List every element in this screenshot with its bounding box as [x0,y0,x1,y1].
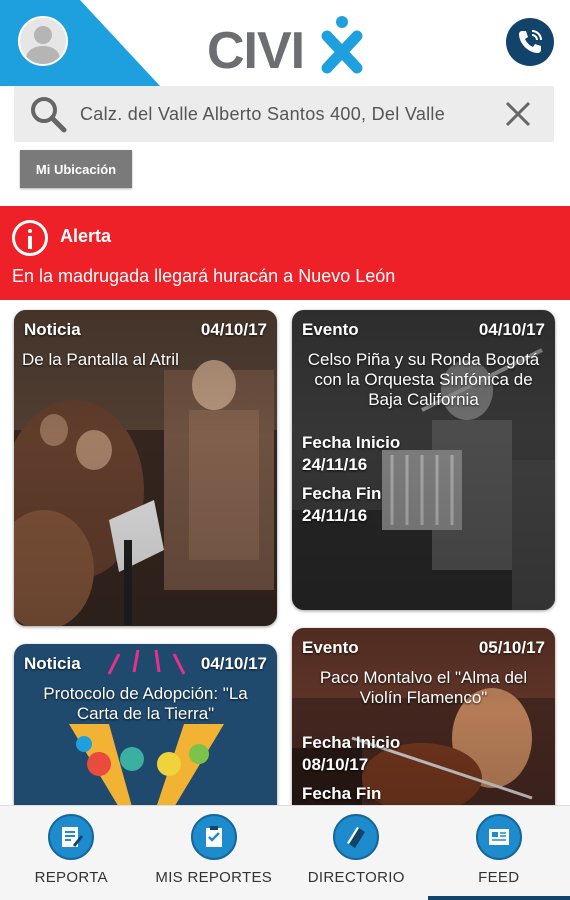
card-date: 04/10/17 [200,320,267,339]
nav-label: MIS REPORTES [155,869,273,886]
nav-label: REPORTA [34,869,108,886]
close-icon[interactable] [504,100,532,128]
alert-message: En la madrugada llegará huracán a Nuevo … [12,266,396,286]
top-bar: CIVI [0,0,570,86]
nav-mis-reportes[interactable]: MIS REPORTES [143,806,286,900]
svg-text:CIVI: CIVI [207,22,304,74]
app-screen: CIVI Mi Ubicación Al [0,0,570,900]
feed-cards: Noticia 04/10/17 De la Pantalla al Atril [0,300,570,805]
card-end-label: Fecha Fin [302,484,382,503]
address-search-bar [14,86,554,142]
card-title: Celso Piña y su Ronda Bogotá con la Orqu… [307,350,540,409]
card-start-label: Fecha Inicio [302,733,401,752]
card-type: Evento [302,638,359,657]
feed-card-event[interactable]: Evento 05/10/17 Paco Montalvo el "Alma d… [292,628,555,805]
card-type: Evento [302,320,359,339]
card-start-date: 24/11/16 [302,455,368,474]
phone-icon [519,30,542,53]
address-search-input[interactable] [80,94,488,134]
user-avatar-icon[interactable] [18,16,68,66]
nav-feed[interactable]: FEED [427,806,570,900]
bottom-navigation: REPORTA MIS REPORTES DIRECTORIO FEED [0,805,570,900]
card-title: De la Pantalla al Atril [22,350,179,369]
card-date: 04/10/17 [478,320,545,339]
newspaper-icon [488,829,509,845]
my-location-button[interactable]: Mi Ubicación [20,150,132,188]
nav-reporta[interactable]: REPORTA [0,806,143,900]
feed-card-news[interactable]: Noticia 04/10/17 Protocolo de Adopción: … [14,644,277,805]
nav-label: FEED [478,869,520,886]
book-icon [347,827,366,848]
card-end-date: 24/11/16 [302,506,368,525]
card-title: Paco Montalvo el "Alma del Violín Flamen… [319,668,528,707]
info-alert-icon [12,220,48,256]
nav-label: DIRECTORIO [307,869,405,886]
phone-button[interactable] [506,18,554,66]
nav-directorio[interactable]: DIRECTORIO [285,806,428,900]
card-start-date: 08/10/17 [302,755,369,774]
card-start-label: Fecha Inicio [302,433,401,452]
alert-title: Alerta [60,226,112,246]
card-title: Protocolo de Adopción: "La Carta de la T… [43,684,248,723]
alert-banner[interactable]: Alerta En la madrugada llegará huracán a… [0,206,570,300]
report-form-icon [62,827,84,847]
card-type: Noticia [24,654,81,673]
feed-card-event[interactable]: Evento 04/10/17 Celso Piña y su Ronda Bo… [292,310,555,610]
clipboard-check-icon [205,826,222,847]
card-date: 04/10/17 [200,654,267,673]
civix-logo: CIVI [207,16,363,74]
card-end-label: Fecha Fin [302,784,382,803]
card-type: Noticia [24,320,81,339]
card-date: 05/10/17 [478,638,545,657]
search-icon[interactable] [28,94,68,134]
feed-card-news[interactable]: Noticia 04/10/17 De la Pantalla al Atril [14,310,277,626]
